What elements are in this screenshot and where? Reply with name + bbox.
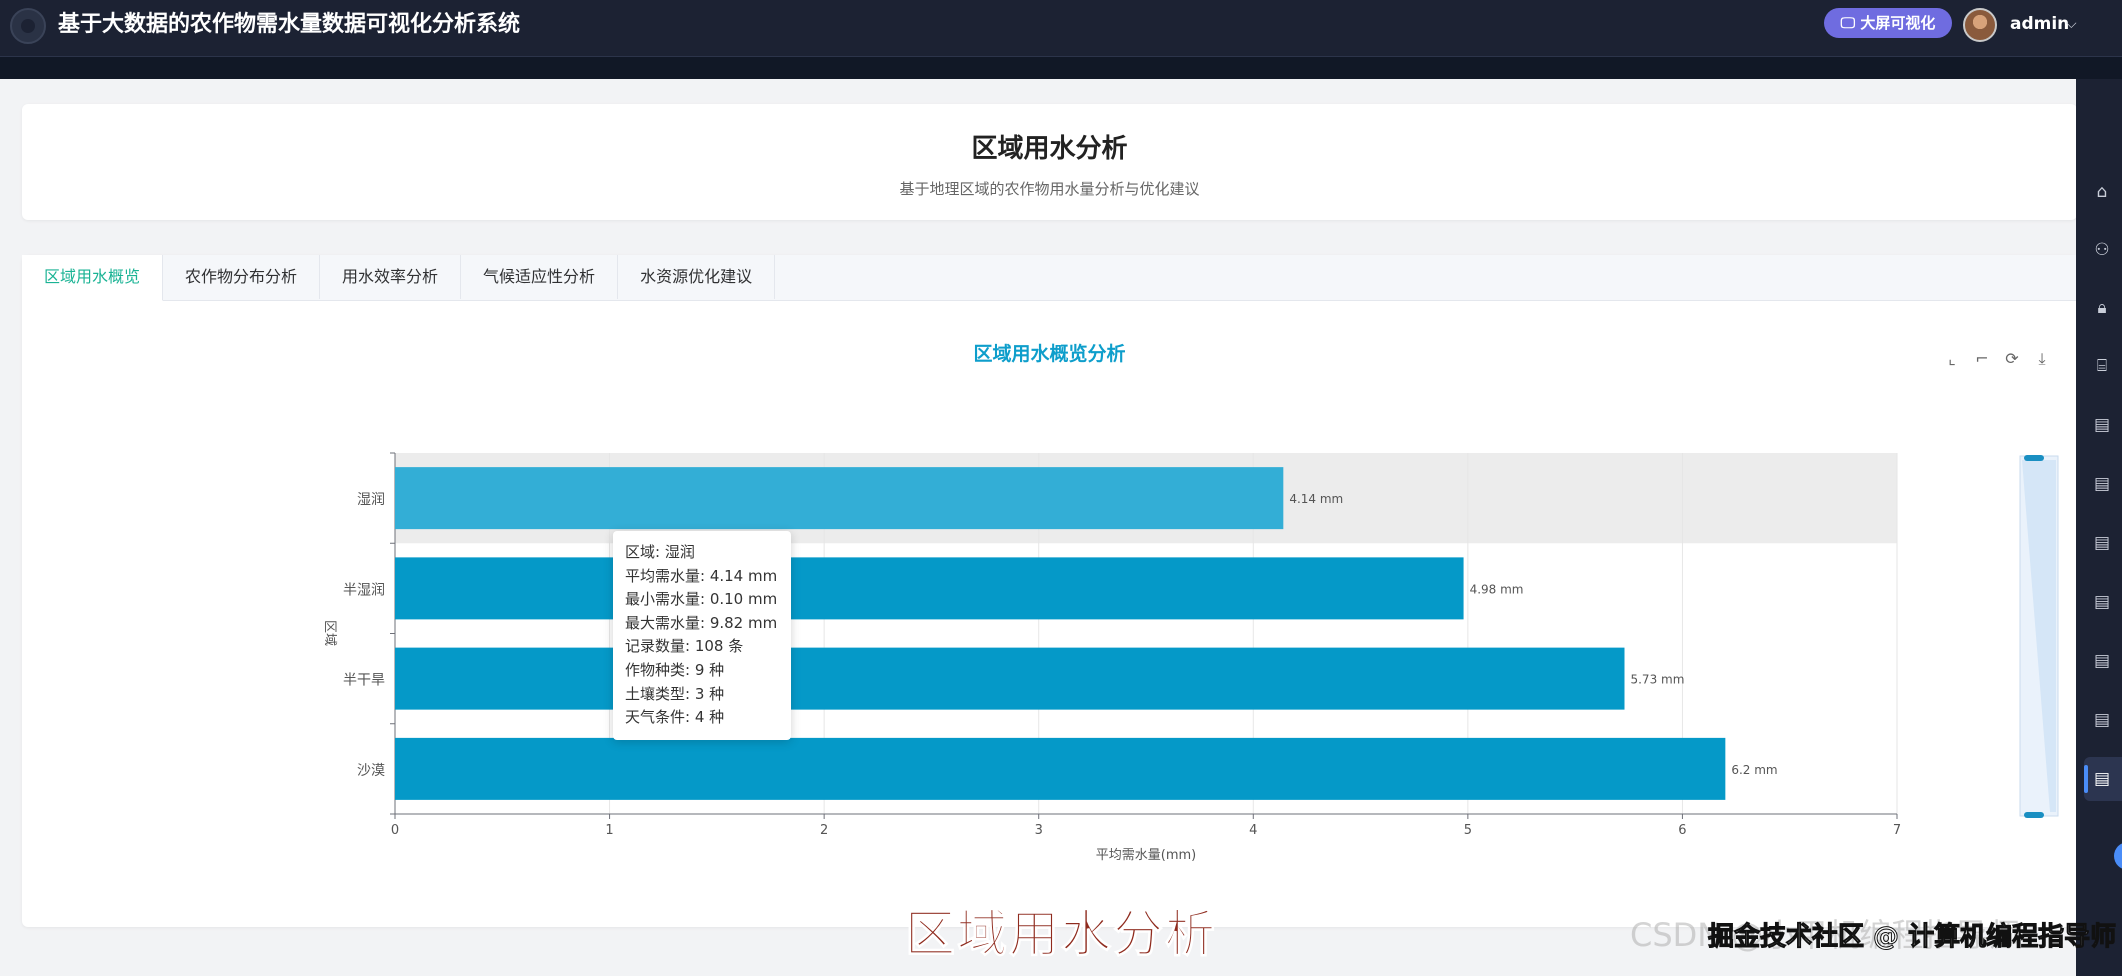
tab-climate[interactable]: 气候适应性分析	[461, 255, 619, 299]
tooltip-line: 最小需水量: 0.10 mm	[625, 590, 778, 609]
tooltip-line: 土壤类型: 3 种	[625, 684, 725, 703]
username[interactable]: admin	[2010, 12, 2069, 36]
doc-icon[interactable]: ▤	[2092, 651, 2112, 671]
chevron-down-icon[interactable]: ⌵	[2066, 12, 2077, 36]
doc-icon[interactable]: ▤	[2092, 474, 2112, 494]
tooltip-line: 区域: 湿润	[625, 543, 695, 561]
tab-efficiency[interactable]: 用水效率分析	[320, 255, 462, 299]
zoom-reset-icon[interactable]: ⌐	[1972, 349, 1992, 369]
tab-bar: 区域用水概览 农作物分布分析 用水效率分析 气候适应性分析 水资源优化建议	[22, 255, 2077, 301]
tab-optimization[interactable]: 水资源优化建议	[618, 255, 776, 299]
right-side-rail	[2076, 79, 2122, 976]
board-icon[interactable]: ⌸	[2092, 356, 2112, 376]
sub-bar	[0, 57, 2122, 79]
doc-icon[interactable]: ▤	[2092, 415, 2112, 435]
analysis-card: 区域用水概览 农作物分布分析 用水效率分析 气候适应性分析 水资源优化建议 区域…	[22, 255, 2077, 927]
chart-toolbox: ⌞ ⌐ ⟳ ⤓	[1942, 349, 2052, 369]
tooltip-line: 平均需水量: 4.14 mm	[625, 566, 778, 585]
tab-crop-distribution[interactable]: 农作物分布分析	[163, 255, 321, 299]
page-title: 区域用水分析	[971, 134, 1128, 164]
top-navbar: 基于大数据的农作物需水量数据可视化分析系统 🖵 大屏可视化 admin ⌵	[0, 0, 2122, 57]
tooltip-line: 天气条件: 4 种	[625, 708, 725, 727]
tooltip-line: 最大需水量: 9.82 mm	[625, 613, 778, 632]
tab-region-overview[interactable]: 区域用水概览	[22, 255, 164, 301]
page-header-card: 区域用水分析 基于地理区域的农作物用水量分析与优化建议	[22, 104, 2077, 220]
chart-tooltip: 区域: 湿润平均需水量: 4.14 mm 最小需水量: 0.10 mm 最大需水量:…	[613, 531, 791, 740]
github-logo-icon[interactable]	[10, 8, 46, 44]
doc-icon[interactable]: ▤	[2092, 769, 2112, 789]
chart-title: 区域用水概览分析	[973, 343, 1126, 365]
doc-icon[interactable]: ▤	[2092, 710, 2112, 730]
big-screen-button-label: 大屏可视化	[1860, 14, 1936, 32]
watermark-overlay: 掘金技术社区 @ 计算机编程指导师	[1707, 922, 2117, 953]
big-screen-button[interactable]: 🖵 大屏可视化	[1824, 8, 1952, 38]
doc-icon[interactable]: ▤	[2092, 533, 2112, 553]
tooltip-line: 作物种类: 9 种	[625, 660, 725, 679]
app-title: 基于大数据的农作物需水量数据可视化分析系统	[58, 12, 521, 37]
download-icon[interactable]: ⤓	[2032, 349, 2052, 369]
zoom-icon[interactable]: ⌞	[1942, 349, 1962, 369]
refresh-icon[interactable]: ⟳	[2002, 349, 2022, 369]
home-icon[interactable]: ⌂	[2092, 182, 2112, 202]
doc-icon[interactable]: ▤	[2092, 592, 2112, 612]
page-subtitle: 基于地理区域的农作物用水量分析与优化建议	[899, 180, 1200, 198]
avatar[interactable]	[1963, 8, 1997, 42]
user-icon[interactable]: ⚇	[2092, 240, 2112, 260]
lock-icon[interactable]: 🔒︎	[2092, 298, 2112, 318]
rail-active-indicator	[2084, 765, 2088, 793]
tooltip-line: 记录数量: 108 条	[625, 637, 744, 656]
